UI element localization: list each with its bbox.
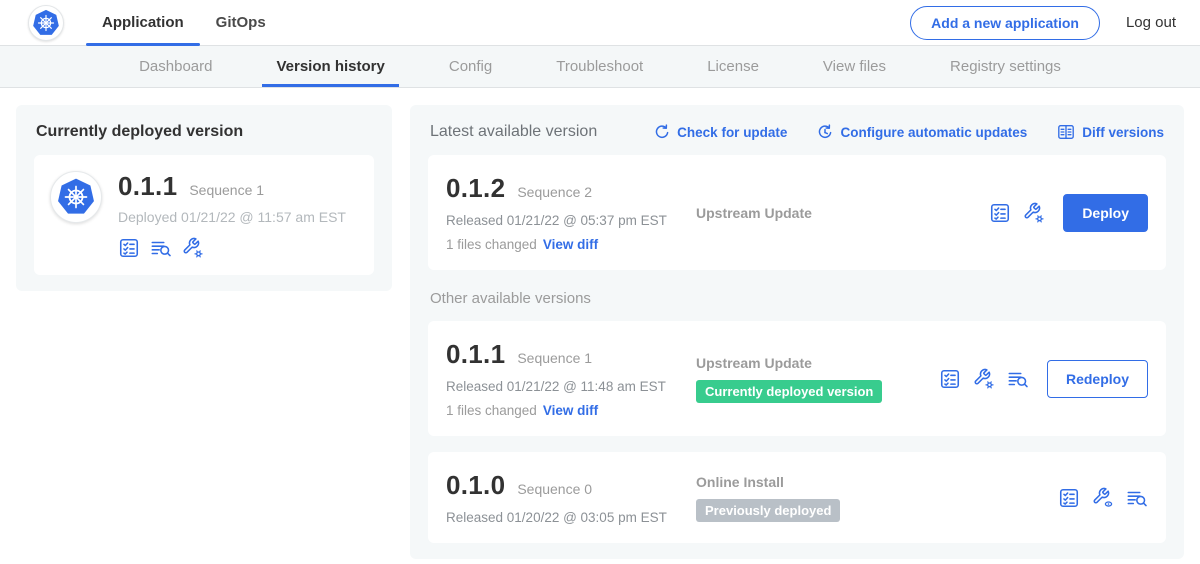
check-for-update-link[interactable]: Check for update <box>654 124 787 140</box>
released-timestamp: Released 01/21/22 @ 05:37 pm EST <box>446 213 696 228</box>
subnav-tab-registry-settings[interactable]: Registry settings <box>944 46 1067 87</box>
version-info: 0.1.2 Sequence 2 Released 01/21/22 @ 05:… <box>446 173 696 252</box>
version-info: 0.1.0 Sequence 0 Released 01/20/22 @ 03:… <box>446 470 696 525</box>
logout-button[interactable]: Log out <box>1126 14 1176 31</box>
tab-gitops[interactable]: GitOps <box>200 0 282 45</box>
check-for-update-label: Check for update <box>677 125 787 140</box>
add-application-button[interactable]: Add a new application <box>910 6 1100 40</box>
version-source: Upstream Update Currently deployed versi… <box>696 355 939 403</box>
refresh-icon <box>654 124 670 140</box>
tab-gitops-label: GitOps <box>216 14 266 31</box>
configure-automatic-updates-label: Configure automatic updates <box>840 125 1027 140</box>
source-label: Online Install <box>696 474 1058 490</box>
subnav-tab-config[interactable]: Config <box>443 46 498 87</box>
diff-versions-label: Diff versions <box>1082 125 1164 140</box>
subnav-tab-label: Registry settings <box>950 58 1061 75</box>
sequence-label: Sequence 2 <box>517 184 592 200</box>
header-tabs: Application GitOps <box>86 0 282 45</box>
app-logo <box>50 171 102 223</box>
currently-deployed-title: Currently deployed version <box>36 123 374 141</box>
subnav-tab-license[interactable]: License <box>701 46 765 87</box>
view-diff-link[interactable]: View diff <box>543 237 598 252</box>
version-card-actions: Redeploy <box>939 360 1148 398</box>
view-diff-link[interactable]: View diff <box>543 403 598 418</box>
deployed-version-number: 0.1.1 <box>118 171 177 202</box>
version-actions: Check for update Configure automatic upd… <box>654 123 1164 141</box>
deployed-version-card: 0.1.1 Sequence 1 Deployed 01/21/22 @ 11:… <box>34 155 374 275</box>
edit-config-icon[interactable] <box>182 237 204 259</box>
other-available-title: Other available versions <box>430 290 1164 307</box>
currently-deployed-panel: Currently deployed version 0.1 <box>16 105 392 291</box>
files-changed-label: 1 files changed <box>446 237 537 252</box>
deploy-logs-icon[interactable] <box>1007 368 1029 390</box>
version-number: 0.1.1 <box>446 339 505 370</box>
version-number: 0.1.2 <box>446 173 505 204</box>
deployed-sequence: Sequence 1 <box>189 182 264 198</box>
subnav-tab-label: Troubleshoot <box>556 58 643 75</box>
version-card-0-1-0: 0.1.0 Sequence 0 Released 01/20/22 @ 03:… <box>428 452 1166 543</box>
version-card-actions: Deploy <box>989 194 1148 232</box>
source-label: Upstream Update <box>696 355 939 371</box>
deployed-version-info: 0.1.1 Sequence 1 Deployed 01/21/22 @ 11:… <box>118 171 346 259</box>
version-source: Online Install Previously deployed <box>696 474 1058 522</box>
subnav-tab-label: Config <box>449 58 492 75</box>
released-timestamp: Released 01/20/22 @ 03:05 pm EST <box>446 510 696 525</box>
version-card-actions <box>1058 487 1148 509</box>
deploy-logs-icon[interactable] <box>150 237 172 259</box>
version-number: 0.1.0 <box>446 470 505 501</box>
app-subnav: Dashboard Version history Config Trouble… <box>0 46 1200 88</box>
files-changed-label: 1 files changed <box>446 403 537 418</box>
tab-application[interactable]: Application <box>86 0 200 45</box>
subnav-tab-label: Version history <box>276 58 384 75</box>
edit-config-icon[interactable] <box>973 368 995 390</box>
top-header: Application GitOps Add a new application… <box>0 0 1200 46</box>
subnav-tab-label: Dashboard <box>139 58 212 75</box>
subnav-tab-label: View files <box>823 58 886 75</box>
version-history-panel: Latest available version Check for updat… <box>410 105 1184 559</box>
kubernetes-logo <box>28 5 64 41</box>
sequence-label: Sequence 1 <box>517 350 592 366</box>
subnav-tab-view-files[interactable]: View files <box>817 46 892 87</box>
deploy-logs-icon[interactable] <box>1126 487 1148 509</box>
preflight-checks-icon[interactable] <box>1058 487 1080 509</box>
preflight-checks-icon[interactable] <box>939 368 961 390</box>
redeploy-button[interactable]: Redeploy <box>1047 360 1148 398</box>
auto-update-icon <box>817 124 833 140</box>
configure-automatic-updates-link[interactable]: Configure automatic updates <box>817 124 1027 140</box>
released-timestamp: Released 01/21/22 @ 11:48 am EST <box>446 379 696 394</box>
version-source: Upstream Update <box>696 205 989 221</box>
kubernetes-app-icon <box>55 176 97 218</box>
version-card-0-1-1: 0.1.1 Sequence 1 Released 01/21/22 @ 11:… <box>428 321 1166 436</box>
view-config-icon[interactable] <box>1092 487 1114 509</box>
version-info: 0.1.1 Sequence 1 Released 01/21/22 @ 11:… <box>446 339 696 418</box>
previously-deployed-badge: Previously deployed <box>696 499 840 522</box>
version-card-0-1-2: 0.1.2 Sequence 2 Released 01/21/22 @ 05:… <box>428 155 1166 270</box>
edit-config-icon[interactable] <box>1023 202 1045 224</box>
deploy-button[interactable]: Deploy <box>1063 194 1148 232</box>
latest-available-title: Latest available version <box>430 123 597 141</box>
source-label: Upstream Update <box>696 205 989 221</box>
currently-deployed-badge: Currently deployed version <box>696 380 882 403</box>
subnav-tab-dashboard[interactable]: Dashboard <box>133 46 218 87</box>
subnav-tab-troubleshoot[interactable]: Troubleshoot <box>550 46 649 87</box>
deployed-timestamp: Deployed 01/21/22 @ 11:57 am EST <box>118 209 346 225</box>
diff-versions-link[interactable]: Diff versions <box>1057 123 1164 141</box>
header-right: Add a new application Log out <box>910 6 1176 40</box>
sequence-label: Sequence 0 <box>517 481 592 497</box>
preflight-checks-icon[interactable] <box>989 202 1011 224</box>
main-content: Currently deployed version 0.1 <box>0 88 1200 564</box>
subnav-tab-label: License <box>707 58 759 75</box>
subnav-tab-version-history[interactable]: Version history <box>270 46 390 87</box>
diff-icon <box>1057 123 1075 141</box>
kubernetes-logo-icon <box>31 8 61 38</box>
tab-application-label: Application <box>102 14 184 31</box>
preflight-checks-icon[interactable] <box>118 237 140 259</box>
